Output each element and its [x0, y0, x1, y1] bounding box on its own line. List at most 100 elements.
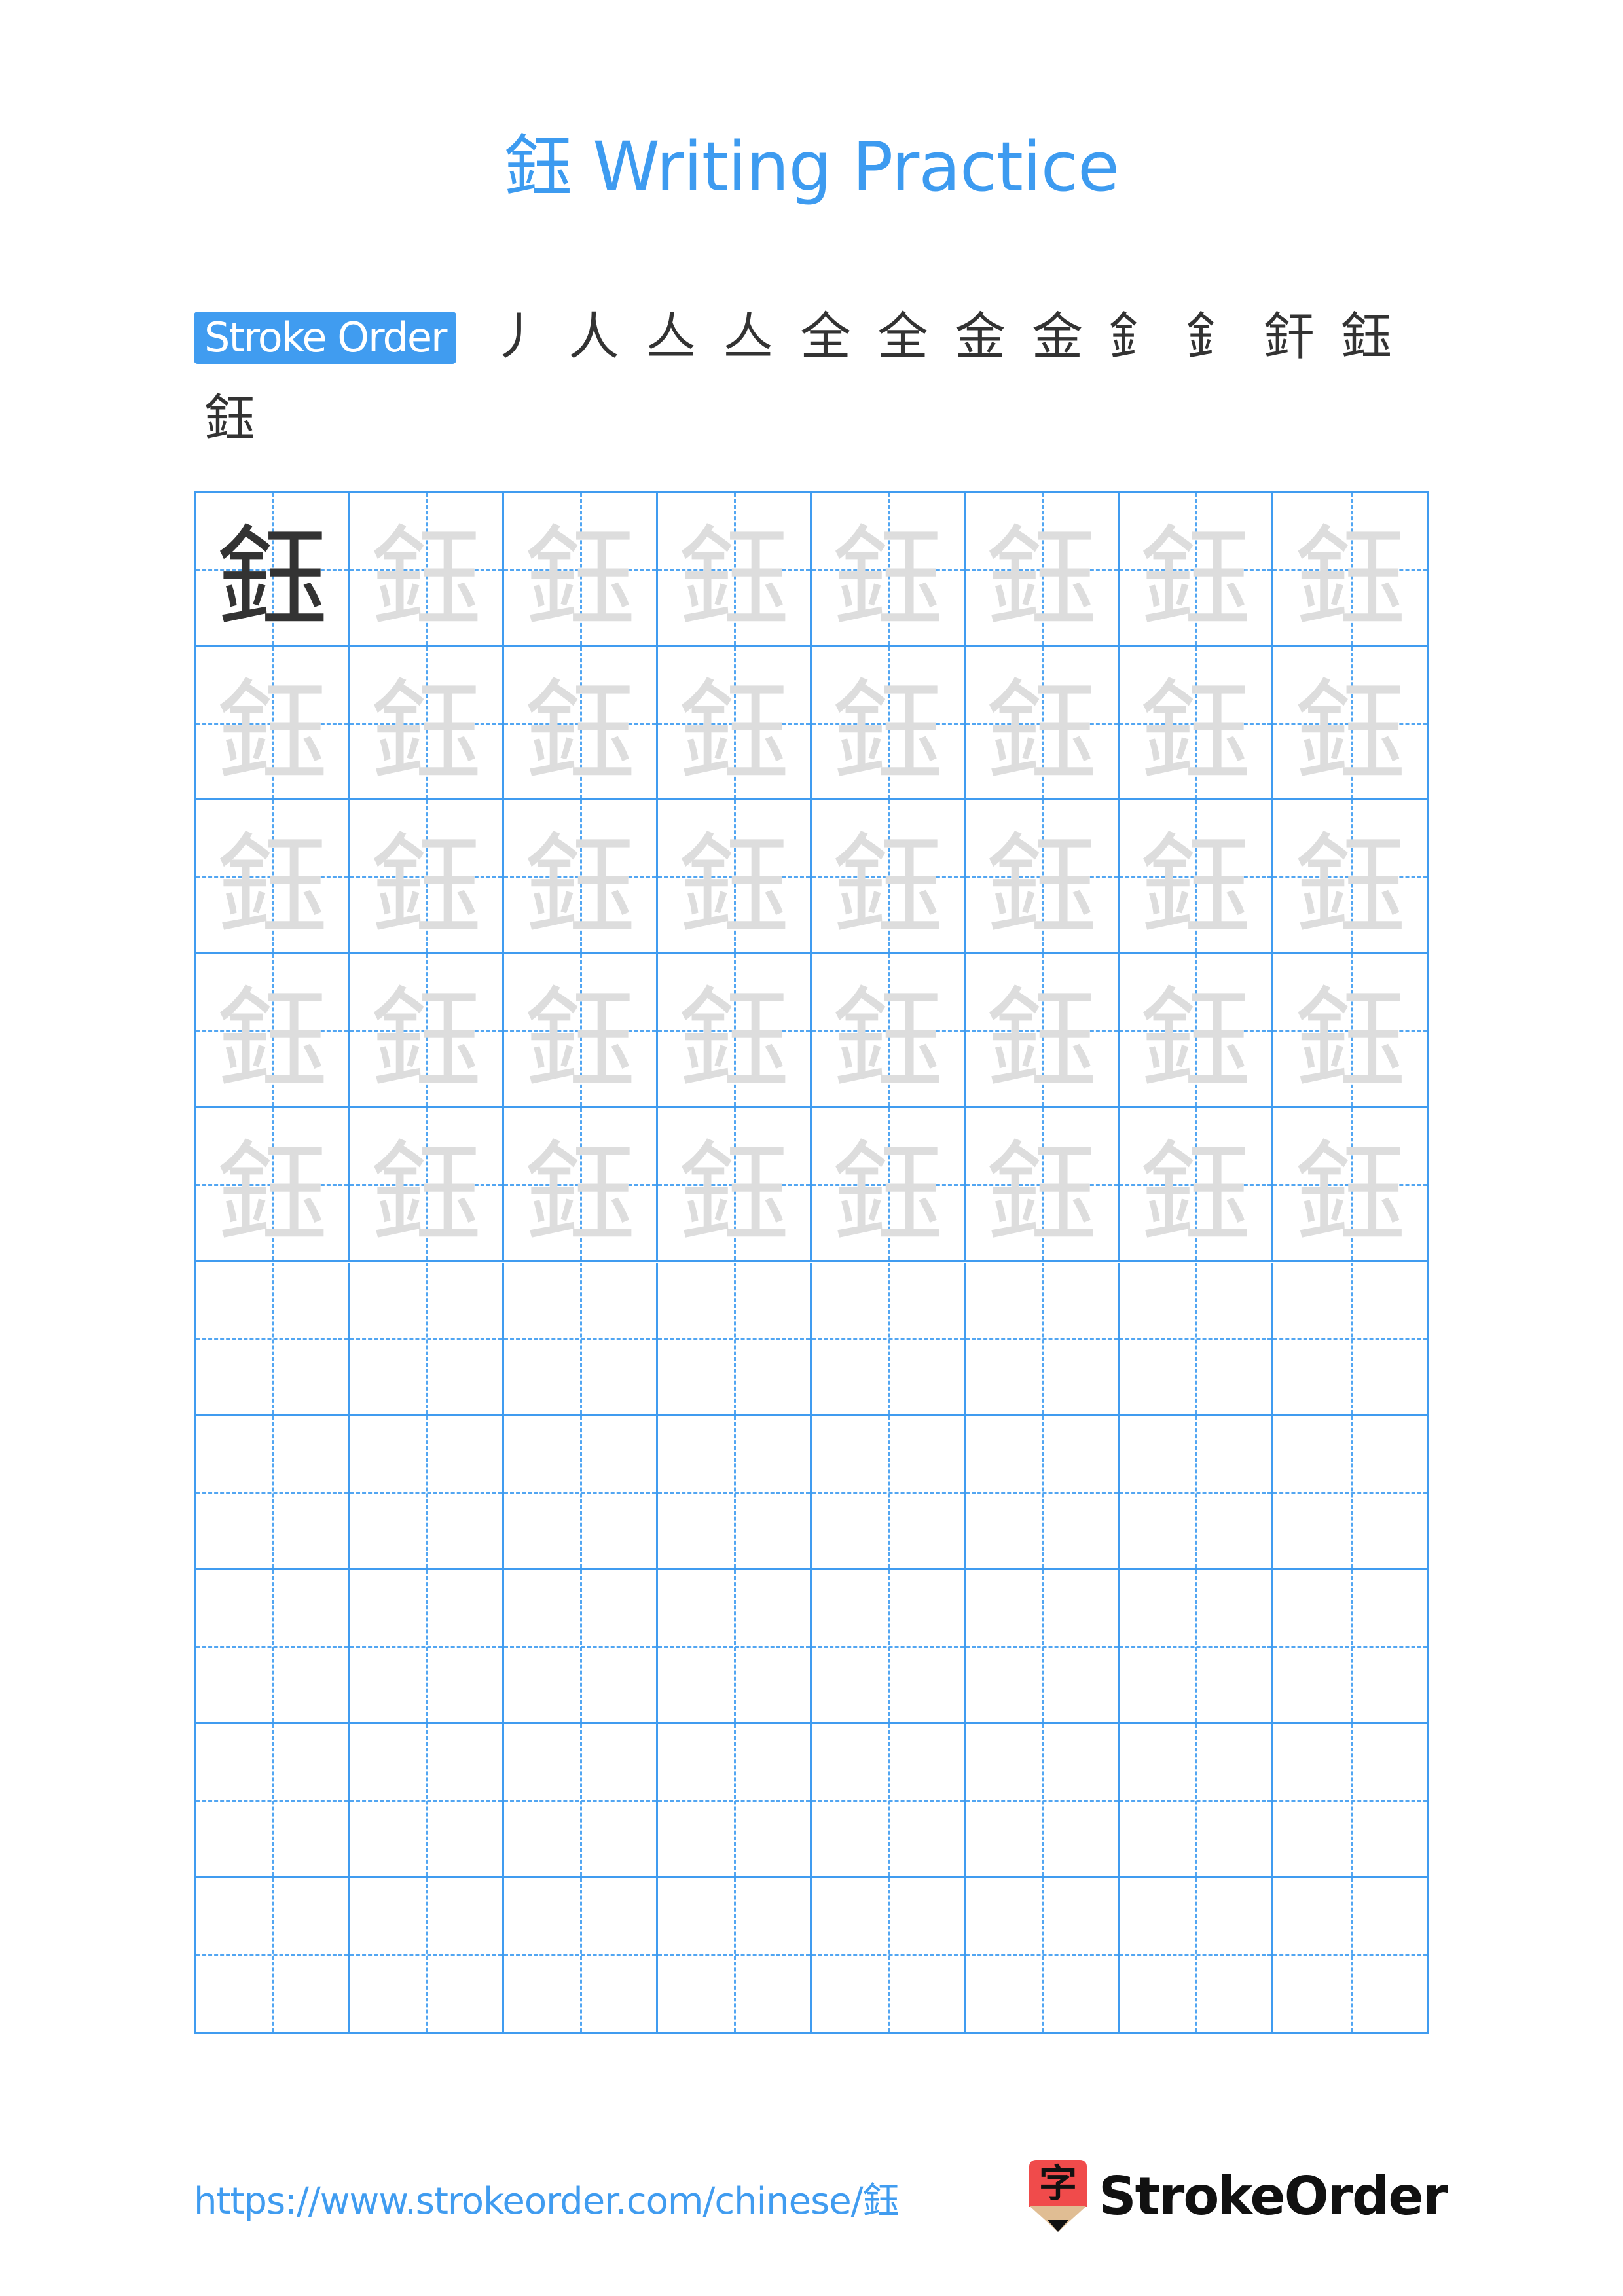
- practice-cell[interactable]: 鈺: [1120, 493, 1273, 647]
- practice-cell[interactable]: 鈺: [350, 954, 504, 1109]
- practice-cell[interactable]: [350, 1570, 504, 1724]
- practice-cell[interactable]: [966, 1416, 1120, 1570]
- practice-cell[interactable]: 鈺: [350, 493, 504, 647]
- practice-cell[interactable]: [350, 1723, 504, 1878]
- practice-cell[interactable]: [812, 1416, 966, 1570]
- practice-cell[interactable]: 鈺: [1120, 647, 1273, 801]
- practice-cell[interactable]: 鈺: [1120, 1108, 1273, 1263]
- practice-cell[interactable]: 鈺: [504, 647, 658, 801]
- practice-cell[interactable]: [504, 1877, 658, 2032]
- practice-cell[interactable]: [1120, 1570, 1273, 1724]
- practice-cell[interactable]: 鈺: [658, 1108, 812, 1263]
- practice-cell[interactable]: [658, 1262, 812, 1416]
- practice-cell[interactable]: 鈺: [504, 954, 658, 1109]
- practice-cell[interactable]: [1273, 1877, 1427, 2032]
- guide-line-horizontal: [658, 1645, 810, 1648]
- practice-cell[interactable]: [812, 1877, 966, 2032]
- practice-cell[interactable]: [812, 1570, 966, 1724]
- practice-cell[interactable]: 鈺: [812, 954, 966, 1109]
- practice-cell[interactable]: 鈺: [196, 1108, 350, 1263]
- practice-cell[interactable]: 鈺: [658, 647, 812, 801]
- practice-cell[interactable]: [350, 1416, 504, 1570]
- trace-character: 鈺: [524, 976, 636, 1106]
- practice-cell[interactable]: [1273, 1723, 1427, 1878]
- practice-cell[interactable]: [1120, 1262, 1273, 1416]
- trace-character: 鈺: [216, 668, 328, 798]
- practice-cell[interactable]: [1120, 1877, 1273, 2032]
- practice-cell[interactable]: 鈺: [812, 1108, 966, 1263]
- practice-cell[interactable]: 鈺: [1120, 954, 1273, 1109]
- practice-cell[interactable]: [504, 1416, 658, 1570]
- practice-cell[interactable]: [966, 1262, 1120, 1416]
- practice-cell[interactable]: 鈺: [1273, 647, 1427, 801]
- guide-line-horizontal: [1120, 1645, 1271, 1648]
- practice-cell[interactable]: [1273, 1262, 1427, 1416]
- practice-cell[interactable]: [812, 1262, 966, 1416]
- trace-character: 鈺: [370, 976, 482, 1106]
- practice-cell[interactable]: 鈺: [350, 800, 504, 955]
- stroke-step-3: 亼: [646, 308, 697, 367]
- stroke-step-13: 鈺: [204, 389, 256, 448]
- practice-cell[interactable]: 鈺: [196, 647, 350, 801]
- guide-line-horizontal: [812, 1799, 964, 1802]
- practice-cell[interactable]: [196, 1877, 350, 2032]
- practice-cell[interactable]: 鈺: [1273, 493, 1427, 647]
- practice-cell[interactable]: 鈺: [966, 800, 1120, 955]
- practice-cell[interactable]: [1120, 1416, 1273, 1570]
- trace-character: 鈺: [370, 822, 482, 952]
- stroke-step-5: 全: [800, 308, 852, 367]
- practice-cell[interactable]: 鈺: [196, 800, 350, 955]
- guide-line-horizontal: [1273, 1799, 1427, 1802]
- practice-cell[interactable]: [196, 1262, 350, 1416]
- practice-cell[interactable]: [196, 1570, 350, 1724]
- footer-url-link[interactable]: https://www.strokeorder.com/chinese/鈺: [194, 2172, 900, 2225]
- practice-cell[interactable]: 鈺: [966, 1108, 1120, 1263]
- practice-cell[interactable]: 鈺: [1273, 954, 1427, 1109]
- practice-cell[interactable]: [812, 1723, 966, 1878]
- practice-cell[interactable]: 鈺: [1273, 800, 1427, 955]
- practice-cell[interactable]: [350, 1877, 504, 2032]
- practice-cell[interactable]: [966, 1877, 1120, 2032]
- practice-cell[interactable]: 鈺: [350, 647, 504, 801]
- practice-cell[interactable]: 鈺: [812, 647, 966, 801]
- practice-cell[interactable]: [350, 1262, 504, 1416]
- practice-cell[interactable]: 鈺: [966, 493, 1120, 647]
- practice-cell[interactable]: 鈺: [504, 493, 658, 647]
- practice-cell[interactable]: [658, 1723, 812, 1878]
- strokeorder-logo[interactable]: 字 StrokeOrder: [1029, 2160, 1448, 2232]
- stroke-step-6: 全: [877, 308, 929, 367]
- practice-cell[interactable]: [1273, 1570, 1427, 1724]
- practice-cell[interactable]: [196, 1416, 350, 1570]
- practice-cell[interactable]: 鈺: [812, 800, 966, 955]
- practice-cell[interactable]: [504, 1570, 658, 1724]
- practice-cell[interactable]: 鈺: [1273, 1108, 1427, 1263]
- practice-cell[interactable]: 鈺: [504, 800, 658, 955]
- practice-cell[interactable]: 鈺: [658, 954, 812, 1109]
- stroke-step-2: 人: [568, 308, 620, 367]
- practice-cell[interactable]: 鈺: [1120, 800, 1273, 955]
- trace-character: 鈺: [524, 822, 636, 952]
- practice-cell[interactable]: [1273, 1416, 1427, 1570]
- practice-cell[interactable]: 鈺: [504, 1108, 658, 1263]
- trace-character: 鈺: [831, 1130, 943, 1260]
- practice-cell[interactable]: 鈺: [658, 493, 812, 647]
- practice-cell[interactable]: [658, 1877, 812, 2032]
- practice-cell[interactable]: 鈺: [812, 493, 966, 647]
- practice-cell[interactable]: [966, 1723, 1120, 1878]
- practice-cell[interactable]: [658, 1570, 812, 1724]
- practice-cell[interactable]: [504, 1262, 658, 1416]
- guide-line-horizontal: [658, 1492, 810, 1494]
- practice-cell[interactable]: 鈺: [966, 954, 1120, 1109]
- practice-cell[interactable]: 鈺: [350, 1108, 504, 1263]
- guide-line-horizontal: [196, 1338, 348, 1340]
- practice-cell[interactable]: [966, 1570, 1120, 1724]
- practice-cell[interactable]: [196, 1723, 350, 1878]
- practice-cell[interactable]: [658, 1416, 812, 1570]
- practice-cell[interactable]: 鈺: [658, 800, 812, 955]
- practice-cell[interactable]: [1120, 1723, 1273, 1878]
- practice-cell[interactable]: 鈺: [196, 493, 350, 647]
- practice-cell[interactable]: 鈺: [966, 647, 1120, 801]
- guide-line-horizontal: [966, 1338, 1118, 1340]
- practice-cell[interactable]: 鈺: [196, 954, 350, 1109]
- practice-cell[interactable]: [504, 1723, 658, 1878]
